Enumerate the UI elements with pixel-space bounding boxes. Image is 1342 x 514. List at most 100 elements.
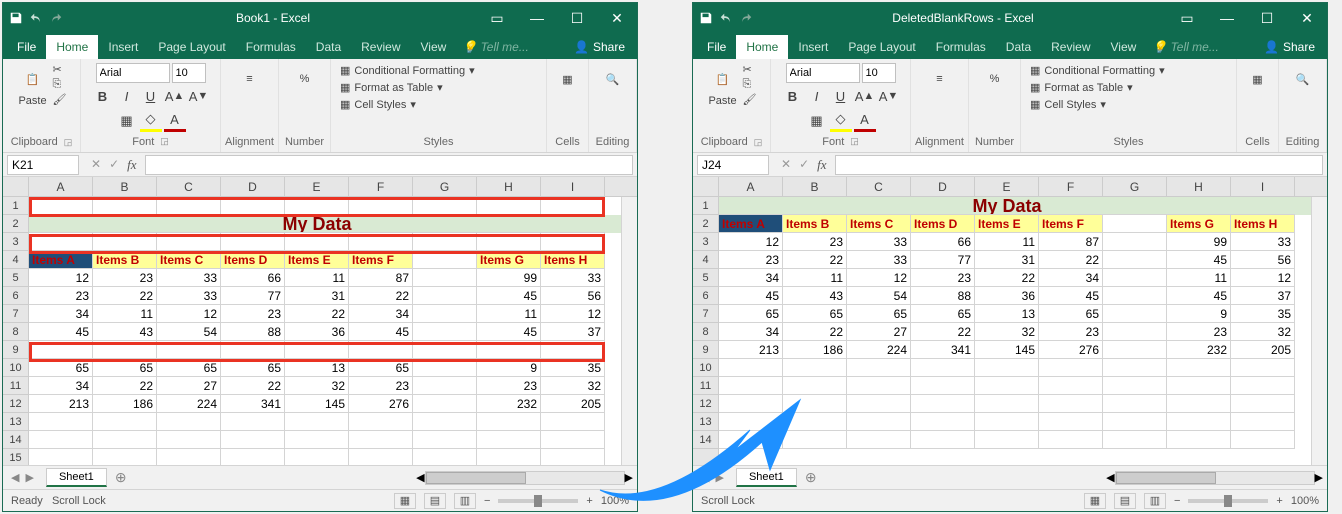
share-button[interactable]: 👤 Share <box>566 35 633 59</box>
cell[interactable]: 213 <box>29 395 93 413</box>
cell[interactable] <box>975 431 1039 449</box>
tab-pagelayout[interactable]: Page Layout <box>838 35 925 59</box>
format-table-button[interactable]: ▦ Format as Table ▾ <box>337 80 446 95</box>
cell[interactable] <box>1231 431 1295 449</box>
cell[interactable]: 23 <box>1039 323 1103 341</box>
borders-button[interactable]: ▦ <box>116 110 138 132</box>
cell[interactable]: 33 <box>157 287 221 305</box>
cell[interactable]: 23 <box>911 269 975 287</box>
cell[interactable]: 31 <box>285 287 349 305</box>
cell[interactable] <box>413 431 477 449</box>
col-header[interactable]: F <box>349 177 413 196</box>
cell[interactable] <box>221 413 285 431</box>
cut-icon[interactable]: ✂ <box>743 63 752 76</box>
cell[interactable]: 205 <box>1231 341 1295 359</box>
row-header[interactable]: 6 <box>3 287 28 305</box>
cell[interactable] <box>285 341 349 359</box>
minimize-button[interactable]: — <box>1207 3 1247 33</box>
cell[interactable]: 35 <box>1231 305 1295 323</box>
cell[interactable] <box>413 377 477 395</box>
cell[interactable]: 45 <box>1039 287 1103 305</box>
zoom-slider[interactable] <box>498 499 578 503</box>
cell[interactable] <box>541 431 605 449</box>
row-header[interactable]: 7 <box>3 305 28 323</box>
cell[interactable] <box>847 377 911 395</box>
cell[interactable]: Items D <box>911 215 975 233</box>
cell[interactable]: 65 <box>29 359 93 377</box>
cell[interactable]: Items A <box>29 251 93 269</box>
close-button[interactable]: ✕ <box>597 3 637 33</box>
zoom-level[interactable]: 100% <box>601 495 629 507</box>
cell[interactable] <box>541 197 605 215</box>
cell[interactable]: 65 <box>349 359 413 377</box>
cell[interactable]: 77 <box>911 251 975 269</box>
cell[interactable]: Items C <box>157 251 221 269</box>
cell[interactable]: 232 <box>477 395 541 413</box>
cell[interactable] <box>847 359 911 377</box>
cell[interactable]: 33 <box>541 269 605 287</box>
format-painter-icon[interactable]: 🖌 <box>53 93 67 106</box>
redo-icon[interactable] <box>739 11 753 25</box>
row-header[interactable]: 7 <box>693 305 718 323</box>
font-color-button[interactable]: A <box>854 110 876 132</box>
cell[interactable]: 145 <box>975 341 1039 359</box>
cell[interactable] <box>975 377 1039 395</box>
cell[interactable]: 12 <box>847 269 911 287</box>
undo-icon[interactable] <box>29 11 43 25</box>
cell[interactable] <box>221 233 285 251</box>
cell[interactable]: 34 <box>29 377 93 395</box>
cell[interactable]: Items F <box>1039 215 1103 233</box>
cell[interactable] <box>349 233 413 251</box>
cell[interactable]: 31 <box>975 251 1039 269</box>
cell[interactable]: 23 <box>29 287 93 305</box>
cell[interactable]: 66 <box>911 233 975 251</box>
row-header[interactable]: 3 <box>693 233 718 251</box>
cell[interactable] <box>413 395 477 413</box>
cell[interactable]: 99 <box>477 269 541 287</box>
page-layout-button[interactable]: ▤ <box>424 493 446 509</box>
cell[interactable] <box>93 233 157 251</box>
cell[interactable]: 87 <box>349 269 413 287</box>
paste-button[interactable]: 📋 Paste <box>17 63 49 107</box>
spreadsheet-grid[interactable]: ABCDEFGHI 1234567891011121314 My DataIte… <box>693 177 1327 465</box>
col-header[interactable]: H <box>1167 177 1231 196</box>
cell[interactable] <box>29 233 93 251</box>
cell[interactable]: 65 <box>911 305 975 323</box>
col-header[interactable]: D <box>911 177 975 196</box>
cell[interactable] <box>911 431 975 449</box>
row-header[interactable]: 1 <box>693 197 718 215</box>
cell[interactable]: 43 <box>783 287 847 305</box>
fx-icon[interactable]: fx <box>127 157 136 173</box>
cell[interactable]: Items H <box>1231 215 1295 233</box>
cell[interactable]: 32 <box>285 377 349 395</box>
cell[interactable]: Items B <box>93 251 157 269</box>
cell[interactable]: 22 <box>975 269 1039 287</box>
cell[interactable]: 213 <box>719 341 783 359</box>
name-box[interactable] <box>697 155 769 175</box>
cell[interactable] <box>285 413 349 431</box>
tab-view[interactable]: View <box>411 35 457 59</box>
sheet-tab[interactable]: Sheet1 <box>46 468 107 487</box>
vertical-scrollbar[interactable] <box>1311 197 1327 465</box>
col-header[interactable]: A <box>29 177 93 196</box>
cell[interactable] <box>1231 359 1295 377</box>
cell[interactable] <box>477 233 541 251</box>
cell[interactable] <box>1103 269 1167 287</box>
cell[interactable]: 23 <box>1167 323 1231 341</box>
cell[interactable] <box>349 431 413 449</box>
cell[interactable]: 33 <box>847 233 911 251</box>
select-all-corner[interactable] <box>3 177 29 196</box>
cell[interactable]: Items C <box>847 215 911 233</box>
cell[interactable] <box>93 449 157 465</box>
cell[interactable]: 65 <box>783 305 847 323</box>
data-title[interactable]: My Data <box>719 197 1295 215</box>
cell[interactable]: 43 <box>93 323 157 341</box>
cell[interactable]: 12 <box>1231 269 1295 287</box>
bold-button[interactable]: B <box>92 85 114 107</box>
cell[interactable] <box>413 449 477 465</box>
underline-button[interactable]: U <box>140 85 162 107</box>
tab-data[interactable]: Data <box>306 35 351 59</box>
page-layout-button[interactable]: ▤ <box>1114 493 1136 509</box>
row-header[interactable]: 4 <box>3 251 28 269</box>
cell[interactable] <box>1039 359 1103 377</box>
